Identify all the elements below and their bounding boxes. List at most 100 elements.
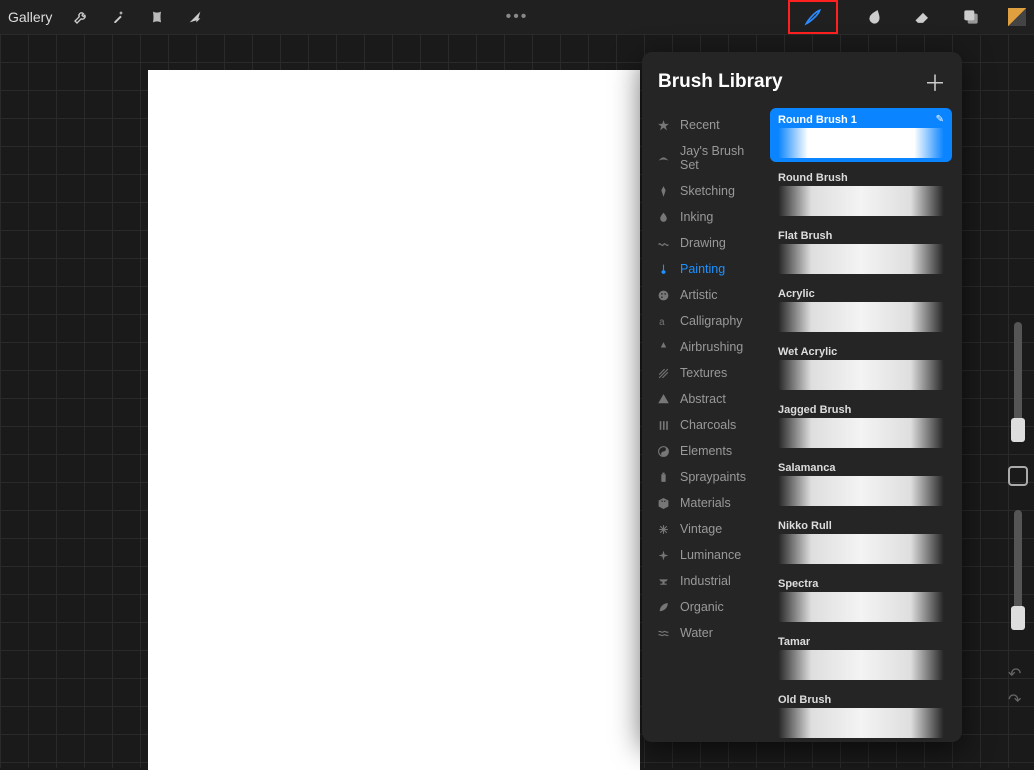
category-label: Elements [680, 444, 732, 458]
layers-tool-icon[interactable] [960, 6, 982, 28]
brush-stroke-preview [778, 708, 944, 738]
category-label: Drawing [680, 236, 726, 250]
brush-opacity-slider[interactable] [1014, 510, 1022, 630]
category-item-water[interactable]: Water [642, 620, 770, 646]
spray-icon [656, 340, 670, 354]
category-item-organic[interactable]: Organic [642, 594, 770, 620]
brush-stroke-preview [778, 476, 944, 506]
anvil-icon [656, 574, 670, 588]
brush-label: Flat Brush [778, 230, 944, 242]
category-item-painting[interactable]: Painting [642, 256, 770, 282]
brush-label: Round Brush 1 [778, 114, 944, 126]
category-label: Materials [680, 496, 731, 510]
brush-category-list[interactable]: Recent Jay's Brush Set SketchingInking Draw… [642, 108, 770, 742]
category-label: Calligraphy [680, 314, 743, 328]
squiggle-icon [656, 236, 670, 250]
leaf-icon [656, 600, 670, 614]
brush-label: Jagged Brush [778, 404, 944, 416]
add-brush-button[interactable]: ＋ [924, 66, 946, 98]
category-item-elements[interactable]: Elements [642, 438, 770, 464]
category-item-airbrushing[interactable]: Airbrushing [642, 334, 770, 360]
brush-label: Salamanca [778, 462, 944, 474]
brush-stroke-preview [778, 128, 944, 158]
brush-icon [656, 262, 670, 276]
eraser-tool-icon[interactable] [912, 6, 934, 28]
palette-icon [656, 288, 670, 302]
category-item-jays[interactable]: Jay's Brush Set [642, 138, 770, 178]
category-label: Jay's Brush Set [680, 144, 760, 172]
category-item-textures[interactable]: Textures [642, 360, 770, 386]
brush-item[interactable]: Wet Acrylic [770, 340, 952, 394]
panel-title: Brush Library [658, 71, 783, 93]
brush-item[interactable]: Acrylic [770, 282, 952, 336]
bars-icon [656, 418, 670, 432]
category-label: Airbrushing [680, 340, 743, 354]
brush-item[interactable]: Spectra [770, 572, 952, 626]
brush-tool-icon[interactable] [802, 6, 824, 28]
category-item-inking[interactable]: Inking [642, 204, 770, 230]
brush-size-slider[interactable] [1014, 322, 1022, 442]
redo-button[interactable]: ↷ [1008, 690, 1028, 704]
toolbar-left-group: Gallery [8, 8, 204, 26]
category-label: Industrial [680, 574, 731, 588]
category-item-vintage[interactable]: Vintage [642, 516, 770, 542]
category-item-materials[interactable]: Materials [642, 490, 770, 516]
edit-brush-icon[interactable]: ✎ [936, 114, 944, 125]
modify-button[interactable] [1008, 466, 1028, 486]
category-label: Organic [680, 600, 724, 614]
category-item-sketching[interactable]: Sketching [642, 178, 770, 204]
brush-item[interactable]: Tamar [770, 630, 952, 684]
more-menu-button[interactable]: ••• [506, 8, 529, 26]
brush-stroke-preview [778, 534, 944, 564]
category-label: Charcoals [680, 418, 736, 432]
drawing-canvas[interactable] [148, 70, 640, 770]
smudge-tool-icon[interactable] [864, 6, 886, 28]
category-item-industrial[interactable]: Industrial [642, 568, 770, 594]
color-picker-swatch[interactable] [1008, 8, 1026, 26]
wrench-icon[interactable] [72, 8, 90, 26]
top-toolbar: Gallery ••• [0, 0, 1034, 34]
category-item-drawing[interactable]: Drawing [642, 230, 770, 256]
category-item-artistic[interactable]: Artistic [642, 282, 770, 308]
category-item-spraypaints[interactable]: Spraypaints [642, 464, 770, 490]
pencil-icon [656, 184, 670, 198]
brush-stroke-preview [778, 244, 944, 274]
category-item-calligraphy[interactable]: a Calligraphy [642, 308, 770, 334]
brush-label: Round Brush [778, 172, 944, 184]
category-item-luminance[interactable]: Luminance [642, 542, 770, 568]
triangle-icon [656, 392, 670, 406]
gallery-button[interactable]: Gallery [8, 9, 52, 25]
brush-item[interactable]: Flat Brush [770, 224, 952, 278]
brush-label: Acrylic [778, 288, 944, 300]
brush-label: Old Brush [778, 694, 944, 706]
selection-icon[interactable] [148, 8, 166, 26]
category-item-charcoals[interactable]: Charcoals [642, 412, 770, 438]
brush-label: Spectra [778, 578, 944, 590]
waves-icon [656, 626, 670, 640]
category-label: Abstract [680, 392, 726, 406]
sparkle-icon [656, 548, 670, 562]
stroke-icon [656, 151, 670, 165]
brush-list[interactable]: Round Brush 1✎ Round Brush Flat Brush Acryl… [770, 108, 962, 742]
undo-button[interactable]: ↶ [1008, 664, 1028, 678]
brush-item[interactable]: Jagged Brush [770, 398, 952, 452]
brush-label: Wet Acrylic [778, 346, 944, 358]
category-item-abstract[interactable]: Abstract [642, 386, 770, 412]
script-a-icon: a [656, 314, 670, 328]
arrow-icon[interactable] [186, 8, 204, 26]
category-label: Textures [680, 366, 727, 380]
brush-stroke-preview [778, 592, 944, 622]
can-icon [656, 470, 670, 484]
drop-icon [656, 210, 670, 224]
brush-item[interactable]: Salamanca [770, 456, 952, 510]
category-label: Recent [680, 118, 720, 132]
category-item-recent[interactable]: Recent [642, 112, 770, 138]
hatch-icon [656, 366, 670, 380]
brush-stroke-preview [778, 360, 944, 390]
wand-icon[interactable] [110, 8, 128, 26]
brush-item[interactable]: Round Brush 1✎ [770, 108, 952, 162]
brush-stroke-preview [778, 186, 944, 216]
brush-item[interactable]: Old Brush [770, 688, 952, 742]
brush-item[interactable]: Nikko Rull [770, 514, 952, 568]
brush-item[interactable]: Round Brush [770, 166, 952, 220]
